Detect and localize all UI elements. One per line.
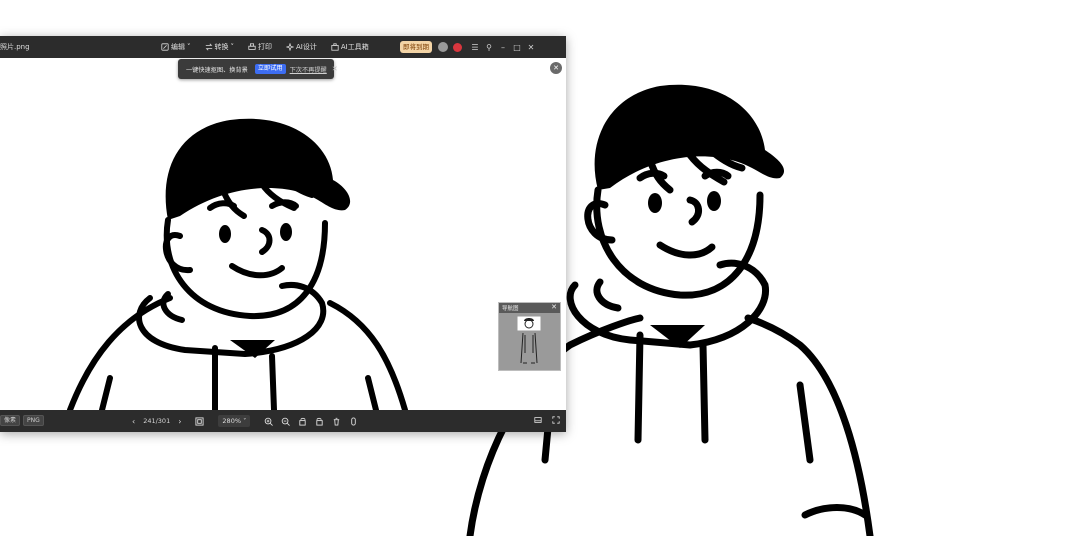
status-right — [534, 410, 560, 432]
ai-toolbox-label: AI工具箱 — [340, 43, 369, 51]
dont-remind-link[interactable]: 下次不再提醒 — [290, 65, 327, 74]
navigator-thumbnail — [517, 316, 541, 364]
zoom-level-select[interactable]: 280% ˅ — [218, 415, 251, 427]
info-icon[interactable] — [349, 416, 358, 426]
try-now-button[interactable]: 立即试用 — [254, 64, 286, 74]
edit-menu-button[interactable]: 编辑 ˅ — [161, 42, 191, 52]
zoom-in-icon[interactable] — [264, 417, 274, 426]
minimize-icon[interactable]: – — [496, 36, 510, 58]
navigator-header: 导航图 ✕ — [499, 303, 560, 313]
maximize-icon[interactable]: □ — [510, 36, 524, 58]
convert-menu-button[interactable]: 转换 ˅ — [205, 42, 235, 52]
zoom-out-icon[interactable] — [281, 417, 291, 426]
zoomed-image — [67, 118, 408, 410]
ai-design-icon — [286, 43, 294, 51]
avatar[interactable] — [438, 42, 448, 52]
edit-menu-label: 编辑 — [171, 43, 185, 51]
rotate-right-icon[interactable] — [315, 417, 324, 426]
next-icon[interactable]: › — [178, 417, 181, 426]
page-counter: 241/301 — [143, 417, 171, 425]
navigator-title: 导航图 — [502, 306, 519, 312]
pixel-size-chip: 像素 — [0, 415, 21, 426]
feature-tip-banner: 一键快速抠图、换背景 立即试用 下次不再提醒 ✕ — [178, 59, 338, 79]
status-bar: 像素 PNG ‹ 241/301 › 280% ˅ — [0, 410, 566, 432]
fullscreen-icon[interactable] — [552, 416, 560, 426]
title-bar: 照片.png 编辑 ˅ 转换 ˅ 打印 AI设计 AI工具箱 即将到期 ☰ ⚲ … — [0, 36, 566, 58]
image-canvas[interactable] — [0, 58, 566, 410]
chevron-down-icon: ˅ — [230, 43, 235, 51]
rotate-left-icon[interactable] — [298, 417, 307, 426]
delete-icon[interactable] — [332, 417, 341, 426]
toolbar-menu: 编辑 ˅ 转换 ˅ 打印 AI设计 AI工具箱 — [161, 36, 369, 58]
record-icon[interactable] — [453, 42, 462, 52]
ai-design-label: AI设计 — [296, 43, 317, 51]
zoom-value: 280% — [222, 417, 242, 425]
chevron-down-icon: ˅ — [243, 417, 247, 425]
menu-icon[interactable]: ☰ — [468, 36, 482, 58]
status-info: 像素 PNG — [0, 415, 44, 426]
pin-icon[interactable]: ⚲ — [482, 36, 496, 58]
print-button[interactable]: 打印 — [248, 42, 272, 52]
print-label: 打印 — [258, 43, 272, 51]
close-icon[interactable]: ✕ — [551, 303, 557, 311]
convert-menu-label: 转换 — [214, 43, 229, 51]
tip-text: 一键快速抠图、换背景 — [186, 66, 248, 74]
close-icon[interactable]: ✕ — [332, 65, 338, 73]
vip-expiring-badge[interactable]: 即将到期 — [400, 41, 432, 53]
file-name: 照片.png — [0, 43, 30, 51]
ai-design-button[interactable]: AI设计 — [286, 42, 317, 52]
close-icon: ✕ — [553, 64, 559, 72]
exit-fullscreen-button[interactable]: ✕ — [550, 62, 562, 74]
fit-window-icon[interactable] — [195, 416, 204, 426]
edit-icon — [161, 43, 169, 51]
chevron-down-icon: ˅ — [187, 43, 191, 51]
navigator-panel[interactable]: 导航图 ✕ — [498, 302, 561, 371]
close-icon[interactable]: ✕ — [524, 36, 538, 58]
ai-toolbox-button[interactable]: AI工具箱 — [331, 42, 369, 52]
convert-icon — [205, 43, 212, 51]
view-controls: ‹ 241/301 › 280% ˅ — [132, 410, 358, 432]
print-icon — [248, 43, 256, 50]
title-bar-right: 即将到期 ☰ ⚲ – □ ✕ — [400, 36, 538, 58]
image-viewer-window: 照片.png 编辑 ˅ 转换 ˅ 打印 AI设计 AI工具箱 即将到期 ☰ ⚲ … — [0, 36, 566, 432]
window-mode-icon[interactable] — [534, 416, 542, 426]
format-chip: PNG — [23, 415, 44, 426]
ai-toolbox-icon — [331, 43, 339, 51]
previous-icon[interactable]: ‹ — [132, 417, 135, 426]
